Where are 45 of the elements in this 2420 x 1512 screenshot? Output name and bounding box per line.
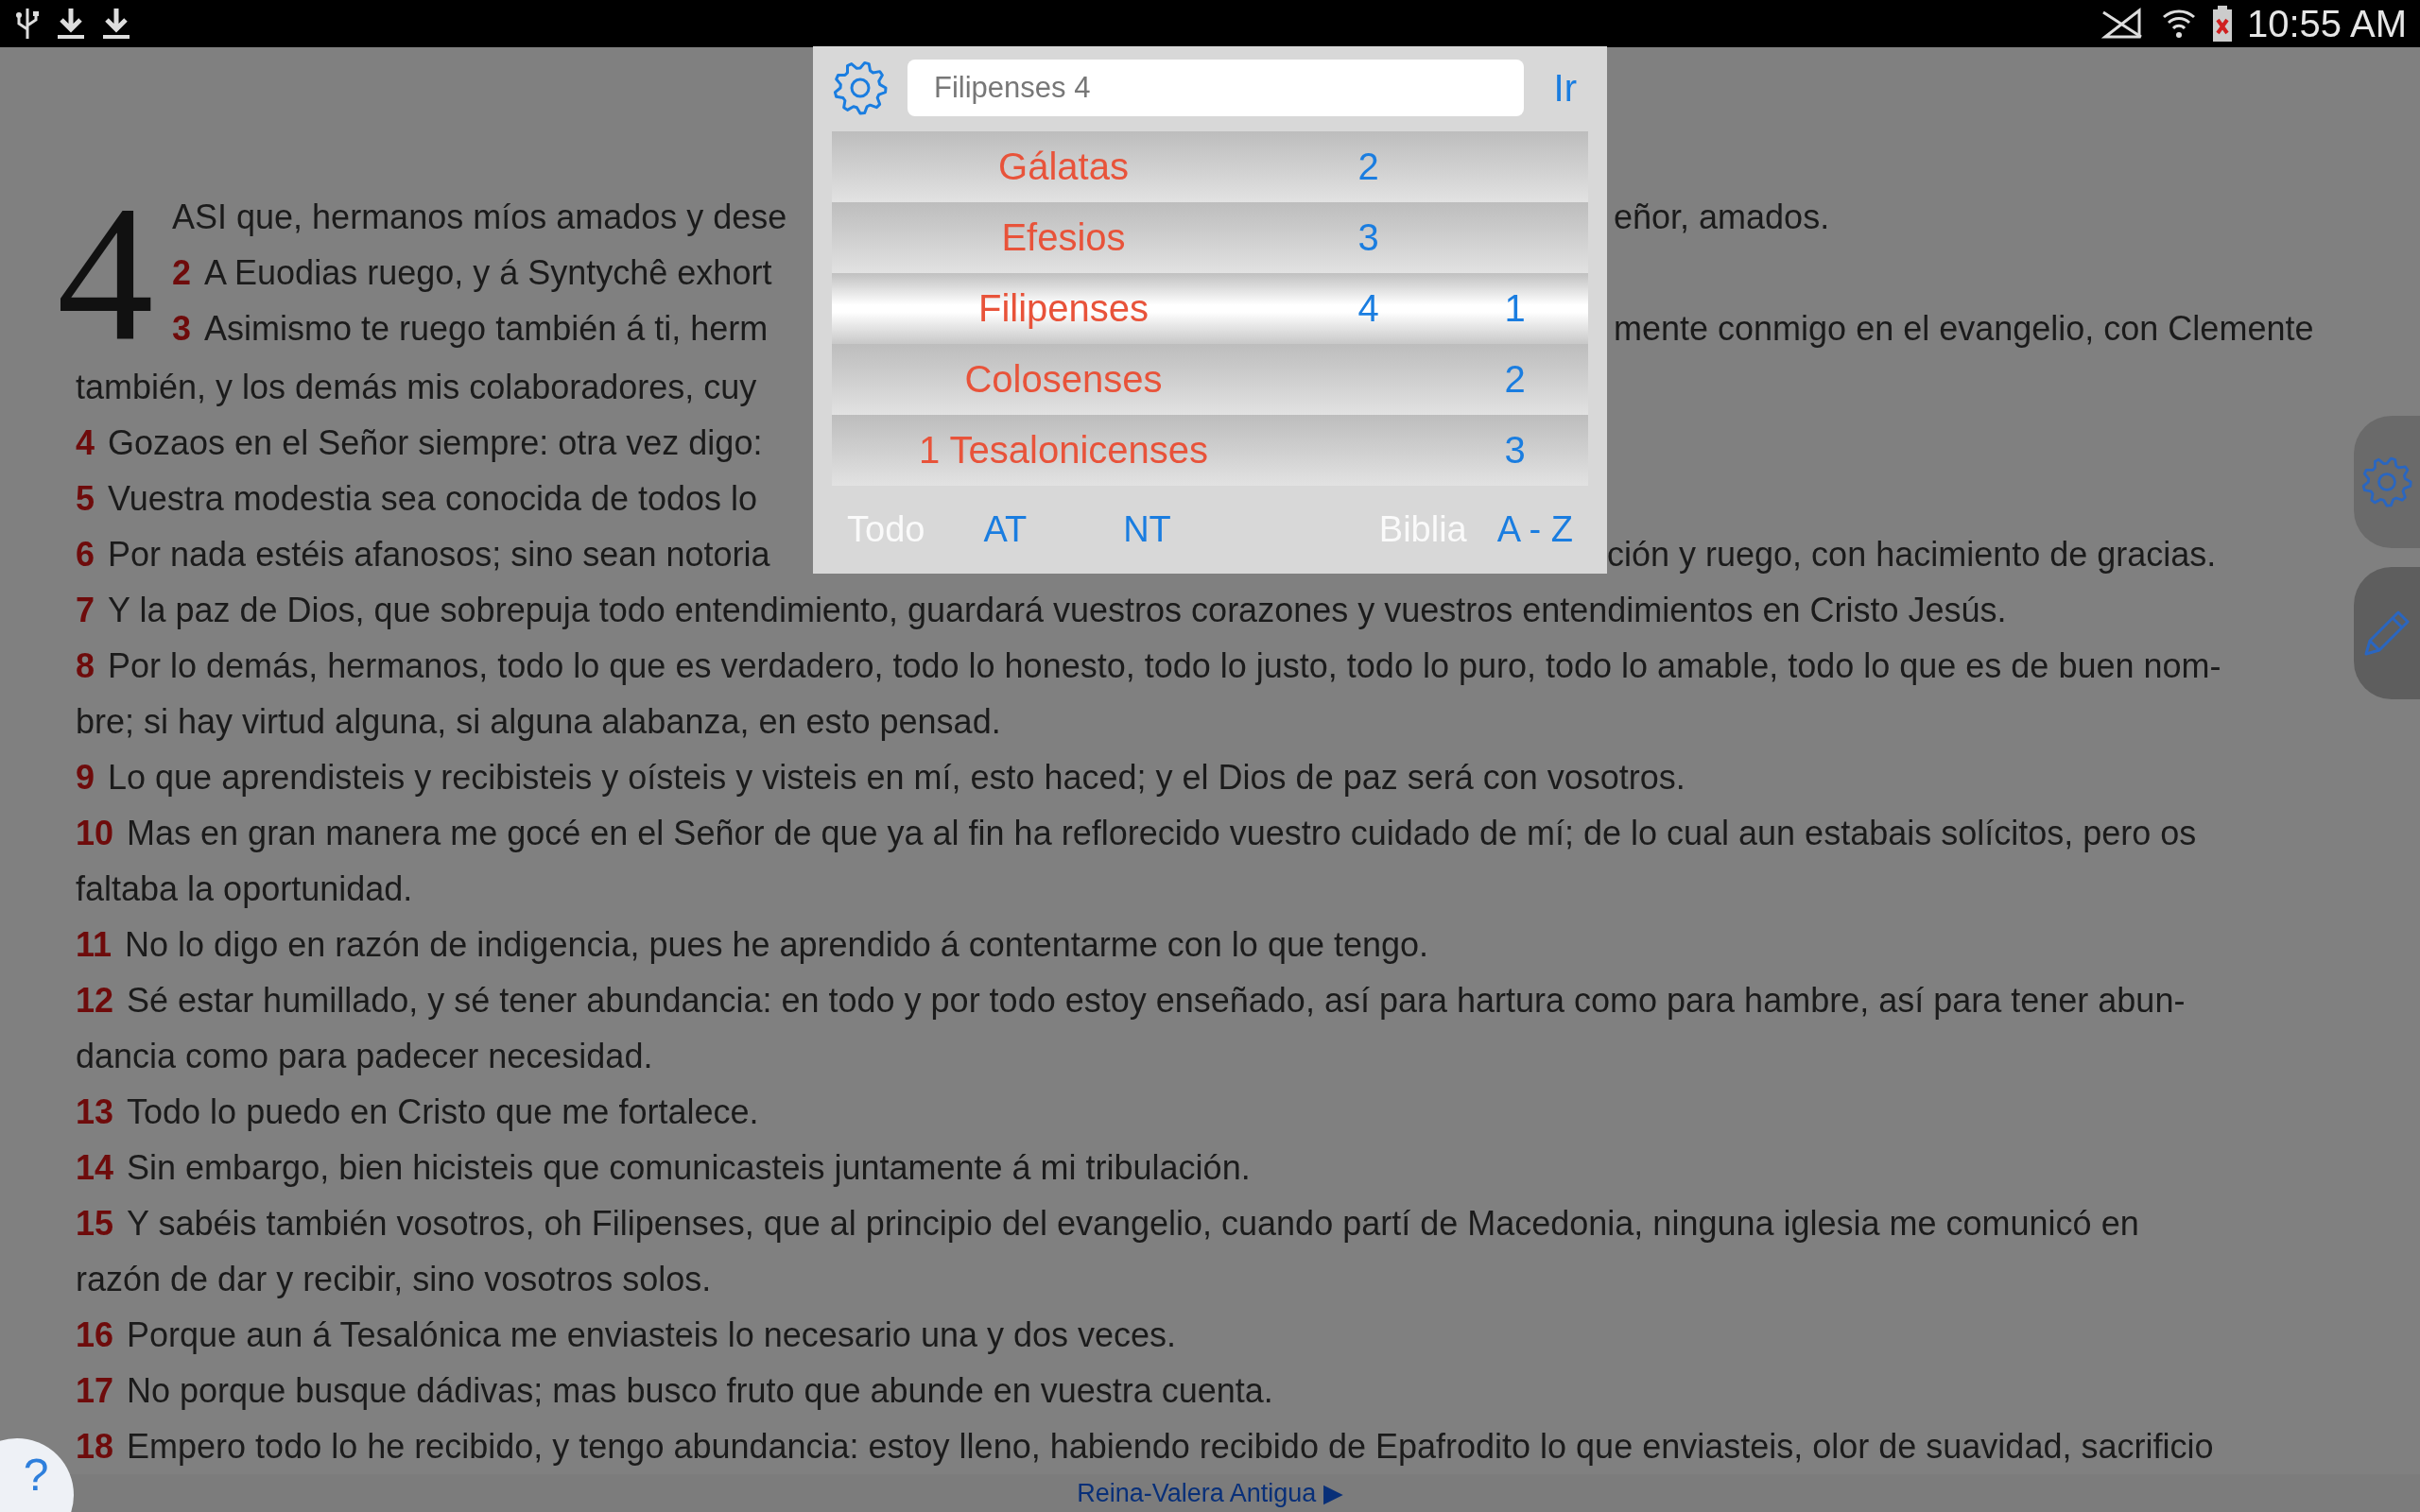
battery-icon (2211, 5, 2234, 43)
verse-text: 8 Por lo demás, hermanos, todo lo que es verdadero, todo lo honesto, todo lo justo, todo lo puro, todo lo amable, todo lo que es de buen nom- (76, 645, 2221, 687)
sort-tab[interactable]: A - Z (1481, 509, 1588, 551)
verse-text: 9 Lo que aprendisteis y recibisteis y oísteis y visteis en mí, esto haced; y el Dios de paz será con vosotros. (76, 757, 1685, 799)
picker-row[interactable]: Filipenses 4 1 (832, 273, 1588, 345)
verse-text: ción y ruego, con hacimiento de gracias. (1607, 534, 2217, 576)
bible-version-link[interactable]: Reina-Valera Antigua ▶ (1077, 1478, 1343, 1508)
filter-tab[interactable]: AT (968, 509, 1043, 551)
verse-text: 14 Sin embargo, bien hicisteis que comunicasteis juntamente á mi tribulación. (76, 1147, 1251, 1189)
verse-text: 5 Vuestra modestia sea conocida de todos lo (76, 478, 759, 520)
picker-row[interactable]: Gálatas 2 (832, 131, 1588, 203)
verse-text: faltaba la oportunidad. (76, 868, 413, 910)
verse-text: 3 Asimismo te ruego también á ti, herm (172, 308, 769, 350)
picker-row[interactable]: Colosenses 2 (832, 344, 1588, 416)
verse-text: 12 Sé estar humillado, y sé tener abundancia: en todo y por todo estoy enseñado, así para hartura como para hambre, así para tener abun- (76, 980, 2186, 1022)
verse-text: razón de dar y recibir, sino vosotros solos. (76, 1259, 712, 1300)
verse-text: 17 No porque busque dádivas; mas busco fruto que abunde en vuestra cuenta. (76, 1370, 1273, 1412)
verse-text: 16 Porque aun á Tesalónica me enviasteis lo necesario una y dos veces. (76, 1314, 1177, 1356)
usb-icon (13, 7, 42, 41)
picker-row[interactable]: Efesios 3 (832, 202, 1588, 274)
verse-text: mente conmigo en el evangelio, con Clemente (1614, 308, 2314, 350)
go-button[interactable]: Ir (1542, 66, 1588, 110)
download-icon (100, 7, 132, 41)
filter-tab[interactable]: NT (1108, 509, 1186, 551)
verse-text: 4 Gozaos en el Señor siempre: otra vez digo: (76, 422, 764, 464)
verse-text: 13 Todo lo puedo en Cristo que me fortalece. (76, 1091, 759, 1133)
download-icon (55, 7, 87, 41)
help-button[interactable]: ? (0, 1438, 74, 1512)
verse-text: también, y los demás mis colaboradores, cuy (76, 367, 758, 408)
verse-text: bre; si hay virtud alguna, si alguna alabanza, en esto pensad. (76, 701, 1001, 743)
verse-text: ASI que, hermanos míos amados y dese (172, 197, 788, 238)
verse-text: 6 Por nada estéis afanosos; sino sean notoria (76, 534, 771, 576)
clock: 10:55 AM (2247, 2, 2407, 45)
settings-icon[interactable] (832, 60, 889, 117)
verse-text: 2 A Euodias ruego, y á Syntychê exhort (172, 252, 773, 294)
verse-text: dancia como para padecer necesidad. (76, 1036, 653, 1077)
verse-text: 7 Y la paz de Dios, que sobrepuja todo entendimiento, guardará vuestros corazones y vuestros entendimientos en Cristo Jesús. (76, 590, 2007, 631)
chapter-number: 4 (57, 189, 154, 359)
search-field[interactable]: Filipenses 4 (908, 60, 1524, 117)
verse-text: 10 Mas en gran manera me gocé en el Señor de que ya al fin ha reflorecido vuestro cuidado de mí; de lo cual aun estabais solícitos, pero os (76, 813, 2197, 854)
picker-row[interactable]: 1 Tesalonicenses 3 (832, 415, 1588, 487)
verse-text: 18 Empero todo lo he recibido, y tengo abundancia: estoy lleno, habiendo recibido de Epafrodito lo que enviasteis, olor de suavidad, sacrificio (76, 1426, 2214, 1468)
verse-text: 11 No lo digo en razón de indigencia, pues he aprendido á contentarme con lo que tengo. (76, 924, 1429, 966)
verse-text: 15 Y sabéis también vosotros, oh Filipenses, que al principio del evangelio, cuando partí de Macedonia, ninguna iglesia me comunicó en (76, 1203, 2139, 1245)
verse-text: eñor, amados. (1614, 197, 1830, 238)
